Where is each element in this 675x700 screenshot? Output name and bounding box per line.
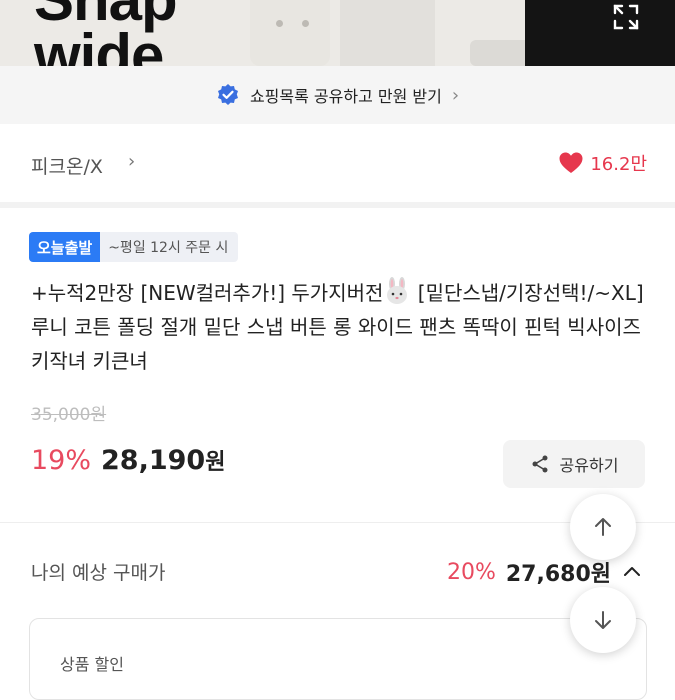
sale-price: 28,190 [101,445,206,476]
store-row: 피크온/X › 16.2만 [0,126,675,202]
expand-icon[interactable] [611,3,641,31]
share-button-label: 공유하기 [559,456,619,475]
estimate-discount: 20% [446,559,496,585]
scroll-top-button[interactable] [570,494,636,560]
product-discount-label: 상품 할인 [60,655,124,674]
hero-line: wide [34,22,164,67]
pants-photo [250,0,330,66]
arrow-up-icon [595,518,611,536]
title-text: +누적2만장 [NEW컬러추가!] 두가지버전 [31,281,384,305]
today-shipping-badge: 오늘출발 [29,232,101,262]
hero-image-text: Snap wide pants [34,0,189,66]
store-name-link[interactable]: 피크온/X [31,152,103,179]
chevron-right-icon: › [451,84,460,106]
share-promo-banner[interactable]: 쇼핑목록 공유하고 만원 받기 › [0,66,675,124]
estimate-label: 나의 예상 구매가 [31,562,166,584]
share-icon [532,455,548,473]
button-detail [276,20,283,27]
delivery-tag: 오늘출발 ~평일 12시 주문 시 [29,232,239,262]
heart-icon [559,152,583,173]
likes-count: 16.2만 [590,154,647,175]
estimate-price: 27,680원 [505,562,611,587]
price-row: 19% 28,190원 [31,444,225,476]
shipping-cutoff-text: ~평일 12시 주문 시 [100,232,239,262]
chevron-up-icon[interactable] [621,561,643,583]
share-button[interactable]: 공유하기 [503,440,645,488]
verified-badge-icon [217,84,238,105]
estimate-toggle[interactable]: 20% 27,680원 [447,556,643,588]
pants-photo [340,0,435,66]
original-price: 35,000원 [31,405,107,425]
share-promo-text: 쇼핑목록 공유하고 만원 받기 [249,87,442,106]
chevron-right-icon[interactable]: › [128,151,135,172]
pants-photo [525,0,675,66]
currency-unit: 원 [205,450,226,475]
product-image[interactable]: Snap wide pants [0,0,675,66]
button-detail [302,20,309,27]
like-button[interactable]: 16.2만 [558,150,647,176]
discount-detail-box: 상품 할인 [29,618,647,700]
discount-rate: 19% [31,445,92,476]
arrow-down-icon [595,611,611,629]
section-divider [0,202,675,208]
rabbit-emoji-icon [387,277,408,304]
scroll-bottom-button[interactable] [570,587,636,653]
product-title: +누적2만장 [NEW컬러추가!] 두가지버전 [밑단스냅/기장선택!/~XL]… [31,276,651,378]
